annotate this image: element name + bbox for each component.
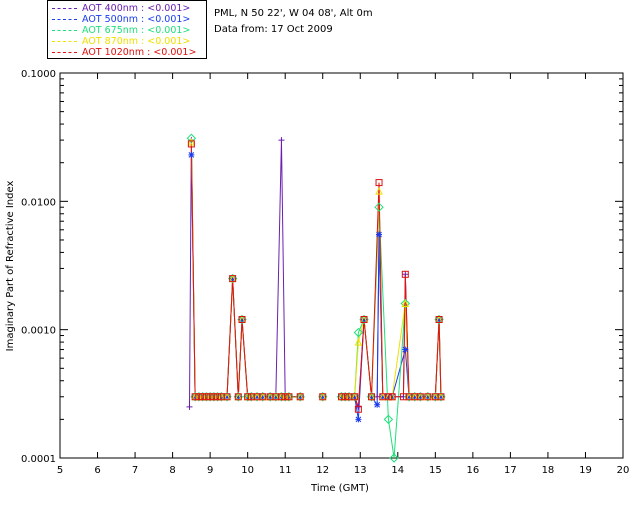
x-tick-label: 18: [542, 465, 555, 476]
x-tick-label: 11: [279, 465, 292, 476]
refractive-index-chart: 5 6 7 8 9 10 11 12 13 14 15 16 17 18 19 20 0.0001 0.0010 0…: [5, 69, 630, 494]
x-tick-label: 10: [241, 465, 254, 476]
x-tick-label: 12: [316, 465, 329, 476]
series-line-3: [341, 191, 442, 398]
y-tick-label: 0.0100: [21, 197, 56, 208]
x-tick-label: 6: [94, 465, 100, 476]
x-tick-label: 8: [169, 465, 175, 476]
x-tick-label: 16: [466, 465, 479, 476]
x-tick-label: 5: [57, 465, 63, 476]
data-point-1: [376, 231, 383, 238]
x-tick-label: 17: [504, 465, 517, 476]
data-point-0: [402, 271, 409, 278]
x-tick-label: 13: [354, 465, 367, 476]
data-point-1: [374, 401, 381, 408]
series-line-1: [341, 234, 442, 420]
data-point-1: [355, 416, 362, 423]
data-point-1: [402, 346, 409, 353]
data-point-0: [186, 403, 193, 410]
data-point-0: [278, 137, 285, 144]
data-point-1: [188, 151, 195, 158]
y-tick-label: 0.0010: [21, 326, 56, 337]
y-axis-label: Imaginary Part of Refractive Index: [5, 181, 16, 352]
series-line-2: [190, 138, 301, 398]
x-tick-label: 7: [132, 465, 138, 476]
x-axis-label: Time (GMT): [310, 483, 369, 494]
series-line-0: [188, 140, 301, 407]
series-line-0: [341, 234, 442, 408]
x-tick-label: 14: [391, 465, 404, 476]
series-line-4: [190, 143, 301, 398]
y-tick-label: 0.1000: [21, 69, 56, 80]
series-line-3: [190, 141, 301, 398]
x-tick-label: 15: [429, 465, 442, 476]
x-tick-label: 9: [207, 465, 213, 476]
x-tick-label: 20: [617, 465, 630, 476]
x-tick-label: 19: [579, 465, 592, 476]
y-tick-label: 0.0001: [21, 454, 56, 465]
